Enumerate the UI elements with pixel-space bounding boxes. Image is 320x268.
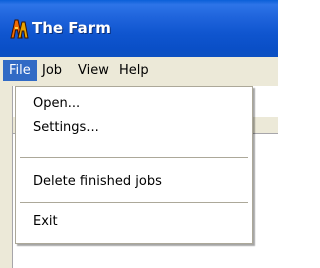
title-bar[interactable]: The Farm (0, 0, 278, 57)
menu-item-open[interactable]: Open... (33, 93, 80, 115)
the-farm-app-icon (9, 18, 29, 40)
menu-item-exit[interactable]: Exit (33, 211, 58, 233)
row-header-column (0, 86, 13, 268)
menu-help[interactable]: Help (113, 60, 155, 81)
menu-file[interactable]: File (3, 60, 37, 81)
menu-view[interactable]: View (72, 60, 115, 81)
menu-job[interactable]: Job (36, 60, 68, 81)
file-menu-dropdown: Open... Settings... Delete finished jobs… (15, 86, 253, 244)
menu-separator (20, 157, 248, 158)
menu-item-delete-finished-jobs[interactable]: Delete finished jobs (33, 171, 162, 193)
menu-separator (20, 202, 248, 203)
menu-item-settings[interactable]: Settings... (33, 117, 99, 139)
window-title: The Farm (32, 19, 111, 37)
menu-bar: File Job View Help (0, 57, 278, 86)
app-window: The Farm File Job View Help Open... Sett… (0, 0, 278, 268)
